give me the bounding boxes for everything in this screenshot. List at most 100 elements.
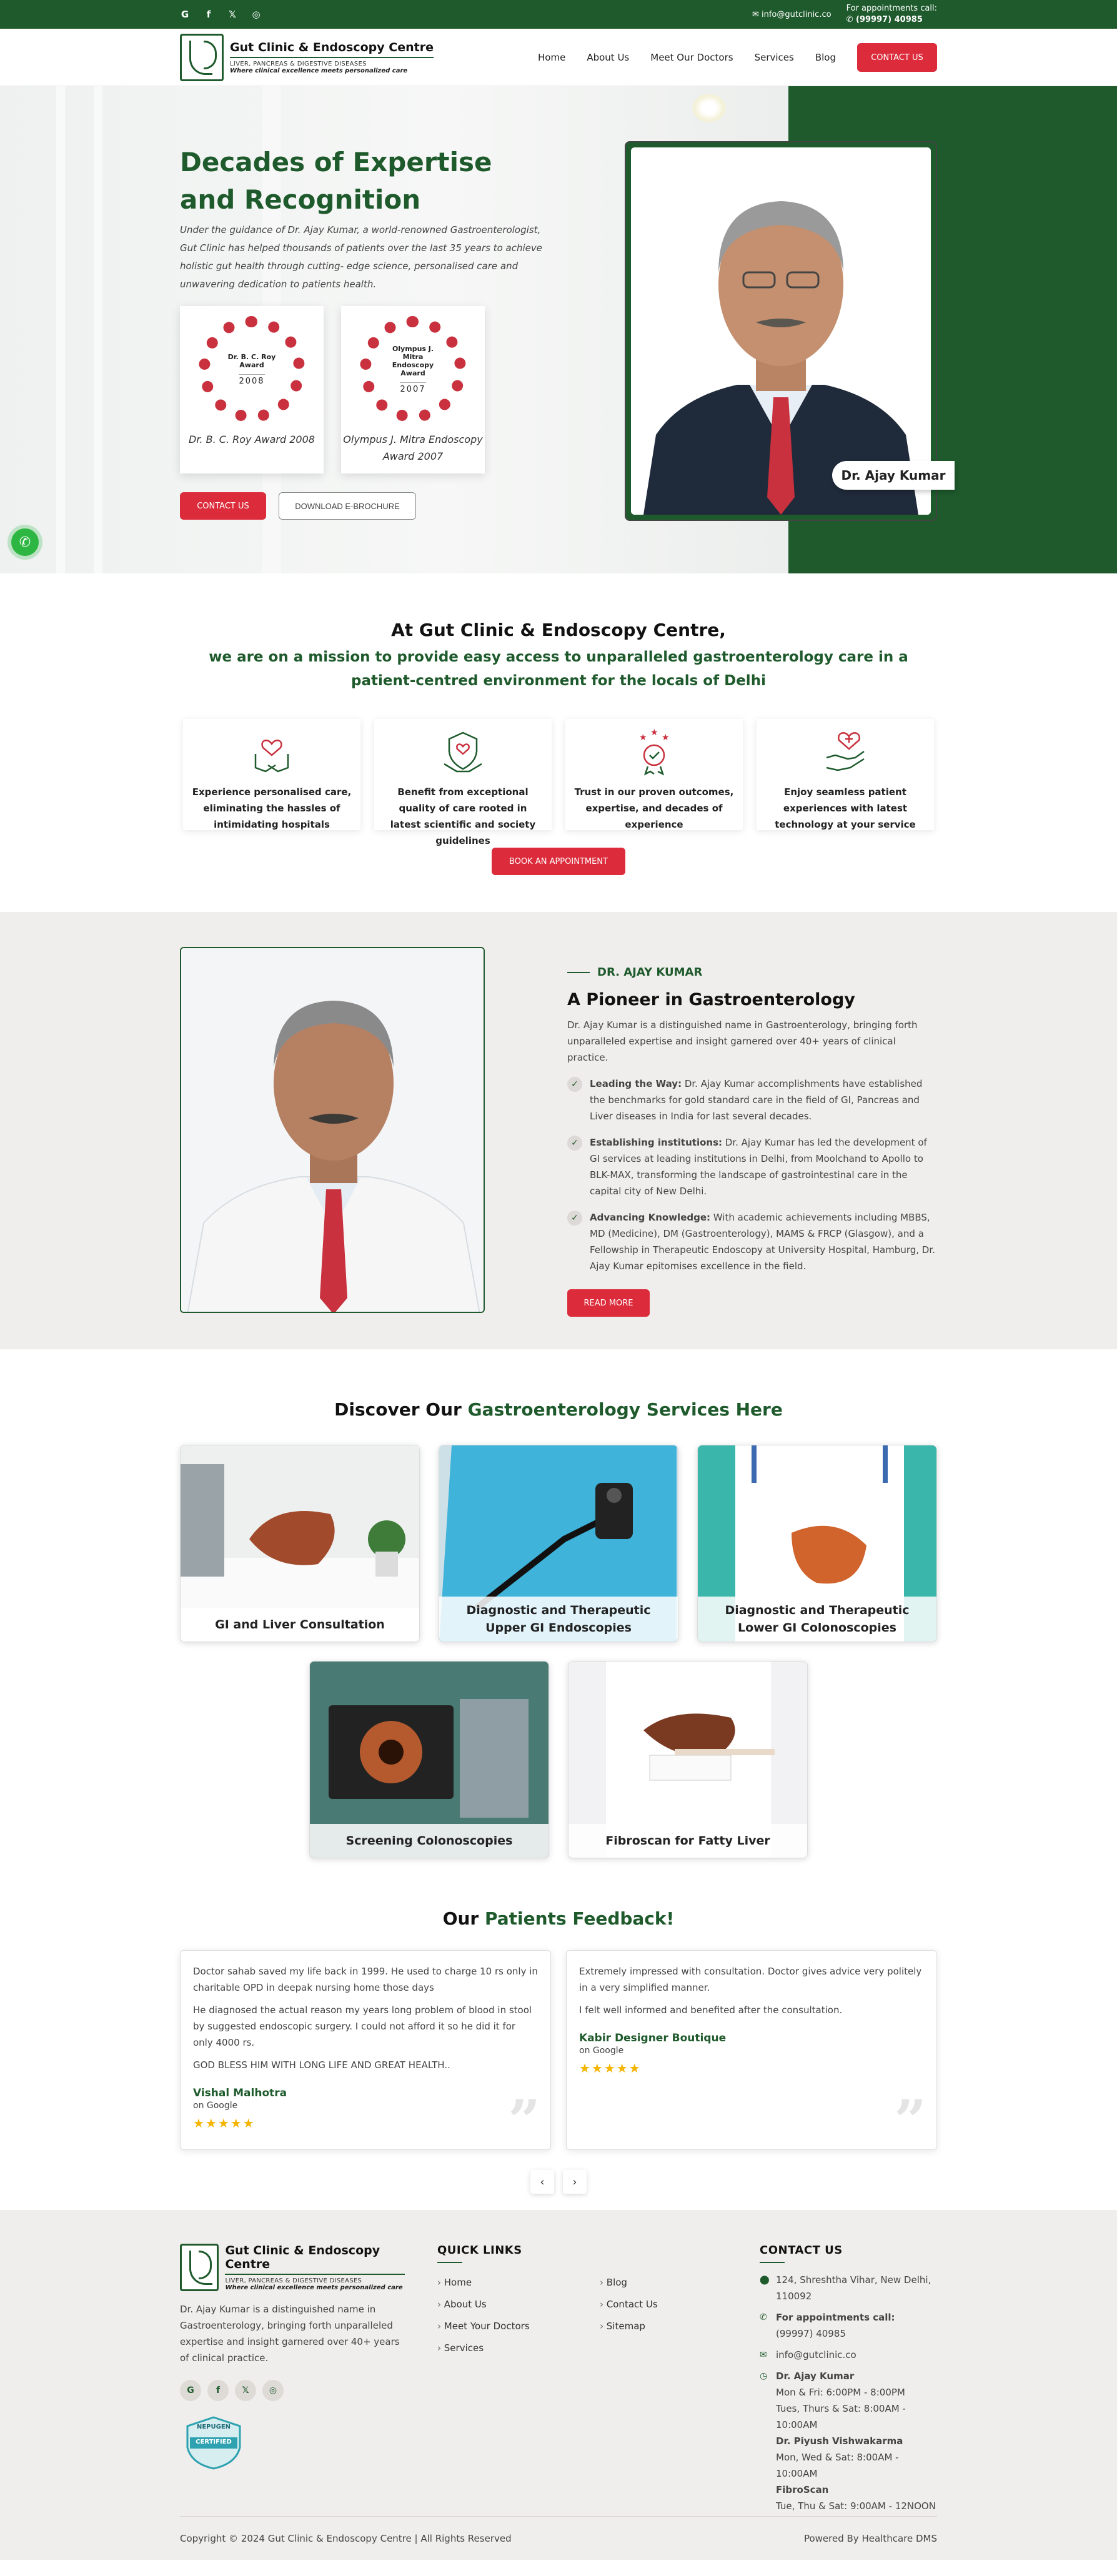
award-card: Dr. B. C. Roy Award 2008 Dr. B. C. Roy Aw… bbox=[180, 306, 324, 473]
clock-icon: ◷ bbox=[760, 2371, 768, 2381]
svg-text:★: ★ bbox=[662, 733, 670, 743]
instagram-icon[interactable]: ◎ bbox=[262, 2380, 284, 2401]
svg-text:★: ★ bbox=[650, 728, 658, 738]
hero-title: Decades of Expertise and Recognition bbox=[180, 147, 492, 215]
reviewer-name: Vishal Malhotra bbox=[193, 2087, 287, 2099]
laurel-award-icon: Dr. B. C. Roy Award 2008 bbox=[199, 316, 305, 422]
footer-phone-link[interactable]: (99997) 40985 bbox=[776, 2328, 846, 2339]
instagram-icon[interactable]: ◎ bbox=[251, 9, 261, 20]
rating-stars: ★★★★★ bbox=[579, 2061, 642, 2076]
copyright-bar: Copyright © 2024 Gut Clinic & Endoscopy … bbox=[180, 2516, 937, 2560]
about-section: DR. AJAY KUMAR A Pioneer in Gastroentero… bbox=[0, 912, 1117, 1349]
service-card[interactable]: Diagnostic and Therapeutic Lower GI Colo… bbox=[697, 1445, 937, 1642]
prev-arrow-icon[interactable]: ‹ bbox=[530, 2170, 554, 2194]
site-header: Gut Clinic & Endoscopy Centre LIVER, PAN… bbox=[0, 29, 1117, 86]
hero-section: Decades of Expertise and Recognition Und… bbox=[0, 86, 1117, 573]
about-lead: Dr. Ajay Kumar is a distinguished name i… bbox=[567, 1019, 918, 1063]
testimonial-card: Extremely impressed with consultation. D… bbox=[566, 1950, 937, 2150]
x-twitter-icon[interactable]: 𝕏 bbox=[235, 2380, 256, 2401]
caring-hands-icon bbox=[254, 740, 289, 773]
footer-logo[interactable]: Gut Clinic & Endoscopy Centre LIVER, PAN… bbox=[180, 2244, 405, 2291]
service-card[interactable]: Fibroscan for Fatty Liver bbox=[568, 1661, 808, 1858]
google-icon[interactable]: G bbox=[180, 2380, 201, 2401]
footer-link-sitemap[interactable]: Sitemap bbox=[600, 2316, 658, 2337]
about-title: A Pioneer in Gastroenterology bbox=[567, 990, 855, 1009]
footer-link-blog[interactable]: Blog bbox=[600, 2272, 658, 2294]
feature-card: Experience personalised care, eliminatin… bbox=[183, 719, 360, 830]
awards: Dr. B. C. Roy Award 2008 Dr. B. C. Roy Aw… bbox=[180, 306, 485, 473]
top-appointment[interactable]: For appointments call: ✆ (99997) 40985 bbox=[846, 3, 937, 26]
check-icon: ✓ bbox=[567, 1136, 582, 1151]
svg-text:★: ★ bbox=[639, 733, 647, 743]
shield-heart-icon bbox=[444, 731, 482, 773]
about-point: ✓ Establishing institutions: Dr. Ajay Ku… bbox=[567, 1134, 937, 1199]
top-email-link[interactable]: ✉ info@gutclinic.co bbox=[752, 10, 832, 19]
quote-icon: ” bbox=[894, 2088, 926, 2154]
stomach-logo-icon bbox=[180, 2244, 219, 2291]
powered-by-link[interactable]: Powered By Healthcare DMS bbox=[804, 2533, 937, 2544]
phone-icon: ✆ bbox=[846, 15, 853, 24]
mission-title: At Gut Clinic & Endoscopy Centre, bbox=[391, 620, 726, 640]
copyright-text: Copyright © 2024 Gut Clinic & Endoscopy … bbox=[180, 2532, 512, 2544]
mission-section: At Gut Clinic & Endoscopy Centre, we are… bbox=[0, 573, 1117, 912]
top-social-links: G f 𝕏 ◎ bbox=[180, 9, 261, 20]
feature-card: ★ ★ ★ Trust in our proven outcomes, expert… bbox=[565, 719, 743, 830]
doctor-name-tag: Dr. Ajay Kumar bbox=[832, 461, 955, 490]
quick-links-title: QUICK LINKS bbox=[437, 2244, 725, 2263]
google-icon[interactable]: G bbox=[180, 9, 190, 20]
facebook-icon[interactable]: f bbox=[204, 9, 214, 20]
feedback-title: Our Patients Feedback! bbox=[442, 1908, 675, 1929]
nav-blog[interactable]: Blog bbox=[815, 52, 836, 63]
review-source: on Google bbox=[579, 2046, 624, 2056]
service-card[interactable]: GI and Liver Consultation bbox=[180, 1445, 420, 1642]
nav-home[interactable]: Home bbox=[538, 52, 565, 63]
doctor-portrait bbox=[631, 147, 931, 515]
feature-card: Enjoy seamless patient experiences with … bbox=[757, 719, 934, 830]
footer-email-link[interactable]: info@gutclinic.co bbox=[776, 2347, 856, 2363]
service-card[interactable]: Screening Colonoscopies bbox=[309, 1661, 549, 1858]
whatsapp-icon[interactable]: ✆ bbox=[11, 528, 39, 556]
nav-doctors[interactable]: Meet Our Doctors bbox=[650, 52, 733, 63]
site-footer: Gut Clinic & Endoscopy Centre LIVER, PAN… bbox=[0, 2210, 1117, 2560]
about-point: ✓ Advancing Knowledge: With academic ach… bbox=[567, 1209, 937, 1274]
check-icon: ✓ bbox=[567, 1077, 582, 1092]
logo[interactable]: Gut Clinic & Endoscopy Centre LIVER, PAN… bbox=[180, 34, 434, 81]
brand-name: Gut Clinic & Endoscopy Centre bbox=[230, 41, 434, 58]
service-card[interactable]: Diagnostic and Therapeutic Upper GI Endo… bbox=[439, 1445, 678, 1642]
footer-link-home[interactable]: Home bbox=[437, 2272, 600, 2294]
nav-services[interactable]: Services bbox=[755, 52, 794, 63]
footer-link-about[interactable]: About Us bbox=[437, 2294, 600, 2316]
brand-slogan: Where clinical excellence meets personal… bbox=[230, 67, 408, 74]
hand-heart-icon bbox=[826, 732, 865, 771]
services-section: Discover Our Gastroenterology Services H… bbox=[0, 1349, 1117, 2210]
hero-text: Under the guidance of Dr. Ajay Kumar, a … bbox=[180, 224, 542, 290]
mission-subtitle: we are on a mission to provide easy acce… bbox=[209, 649, 908, 689]
contact-us-button[interactable]: CONTACT US bbox=[857, 43, 937, 72]
read-more-button[interactable]: READ MORE bbox=[567, 1289, 650, 1317]
download-brochure-button[interactable]: DOWNLOAD E-BROCHURE bbox=[279, 492, 416, 520]
footer-about: Dr. Ajay Kumar is a distinguished name i… bbox=[180, 2304, 400, 2364]
award-card: Olympus J. Mitra Endoscopy Award 2007 Oly… bbox=[341, 306, 485, 473]
phone-icon: ✆ bbox=[760, 2312, 767, 2322]
location-pin-icon: ⬤ bbox=[760, 2275, 770, 2285]
footer-link-services[interactable]: Services bbox=[437, 2337, 600, 2359]
laurel-award-icon: Olympus J. Mitra Endoscopy Award 2007 bbox=[360, 316, 466, 422]
check-icon: ✓ bbox=[567, 1211, 582, 1226]
x-twitter-icon[interactable]: 𝕏 bbox=[227, 9, 237, 20]
top-bar: G f 𝕏 ◎ ✉ info@gutclinic.co For appointm… bbox=[0, 0, 1117, 29]
testimonial-card: Doctor sahab saved my life back in 1999.… bbox=[180, 1950, 551, 2150]
footer-link-contact[interactable]: Contact Us bbox=[600, 2294, 658, 2316]
mail-icon: ✉ bbox=[760, 2350, 767, 2360]
footer-link-doctors[interactable]: Meet Your Doctors bbox=[437, 2316, 600, 2337]
brand-tagline: LIVER, PANCREAS & DIGESTIVE DISEASES bbox=[230, 61, 367, 67]
nav-about[interactable]: About Us bbox=[587, 52, 629, 63]
book-appointment-button[interactable]: BOOK AN APPOINTMENT bbox=[492, 848, 625, 875]
facebook-icon[interactable]: f bbox=[207, 2380, 229, 2401]
rating-stars: ★★★★★ bbox=[193, 2116, 256, 2131]
mail-icon: ✉ bbox=[752, 9, 759, 19]
quote-icon: ” bbox=[508, 2088, 540, 2154]
hero-contact-button[interactable]: CONTACT US bbox=[180, 492, 266, 520]
about-eyebrow: DR. AJAY KUMAR bbox=[567, 966, 937, 979]
next-arrow-icon[interactable]: › bbox=[563, 2170, 587, 2194]
about-point: ✓ Leading the Way: Dr. Ajay Kumar accomp… bbox=[567, 1076, 937, 1124]
